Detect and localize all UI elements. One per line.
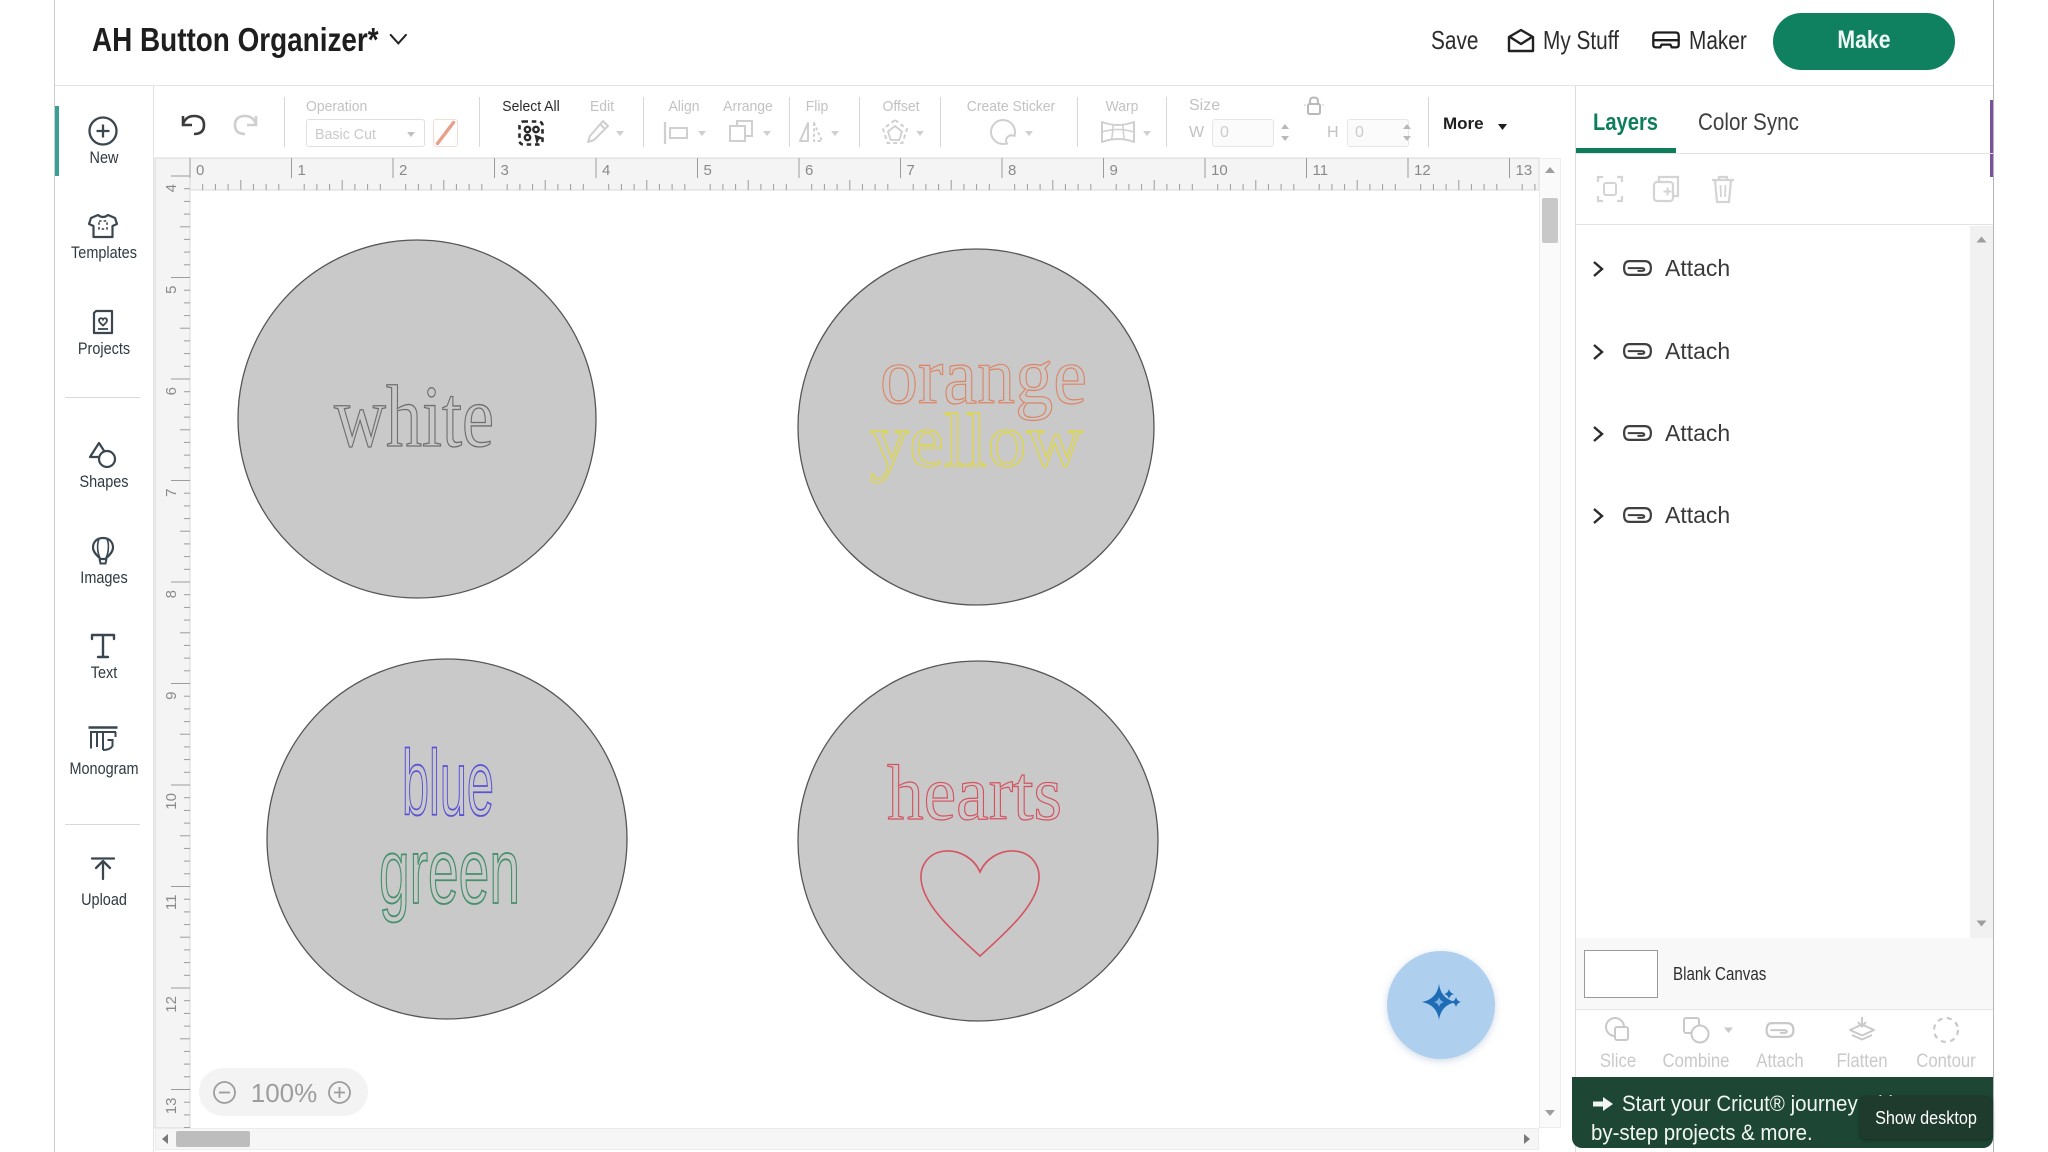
svg-text:green: green xyxy=(379,821,520,924)
svg-text:hearts: hearts xyxy=(887,749,1062,836)
svg-text:yellow: yellow xyxy=(870,399,1083,483)
svg-text:white: white xyxy=(334,369,494,466)
